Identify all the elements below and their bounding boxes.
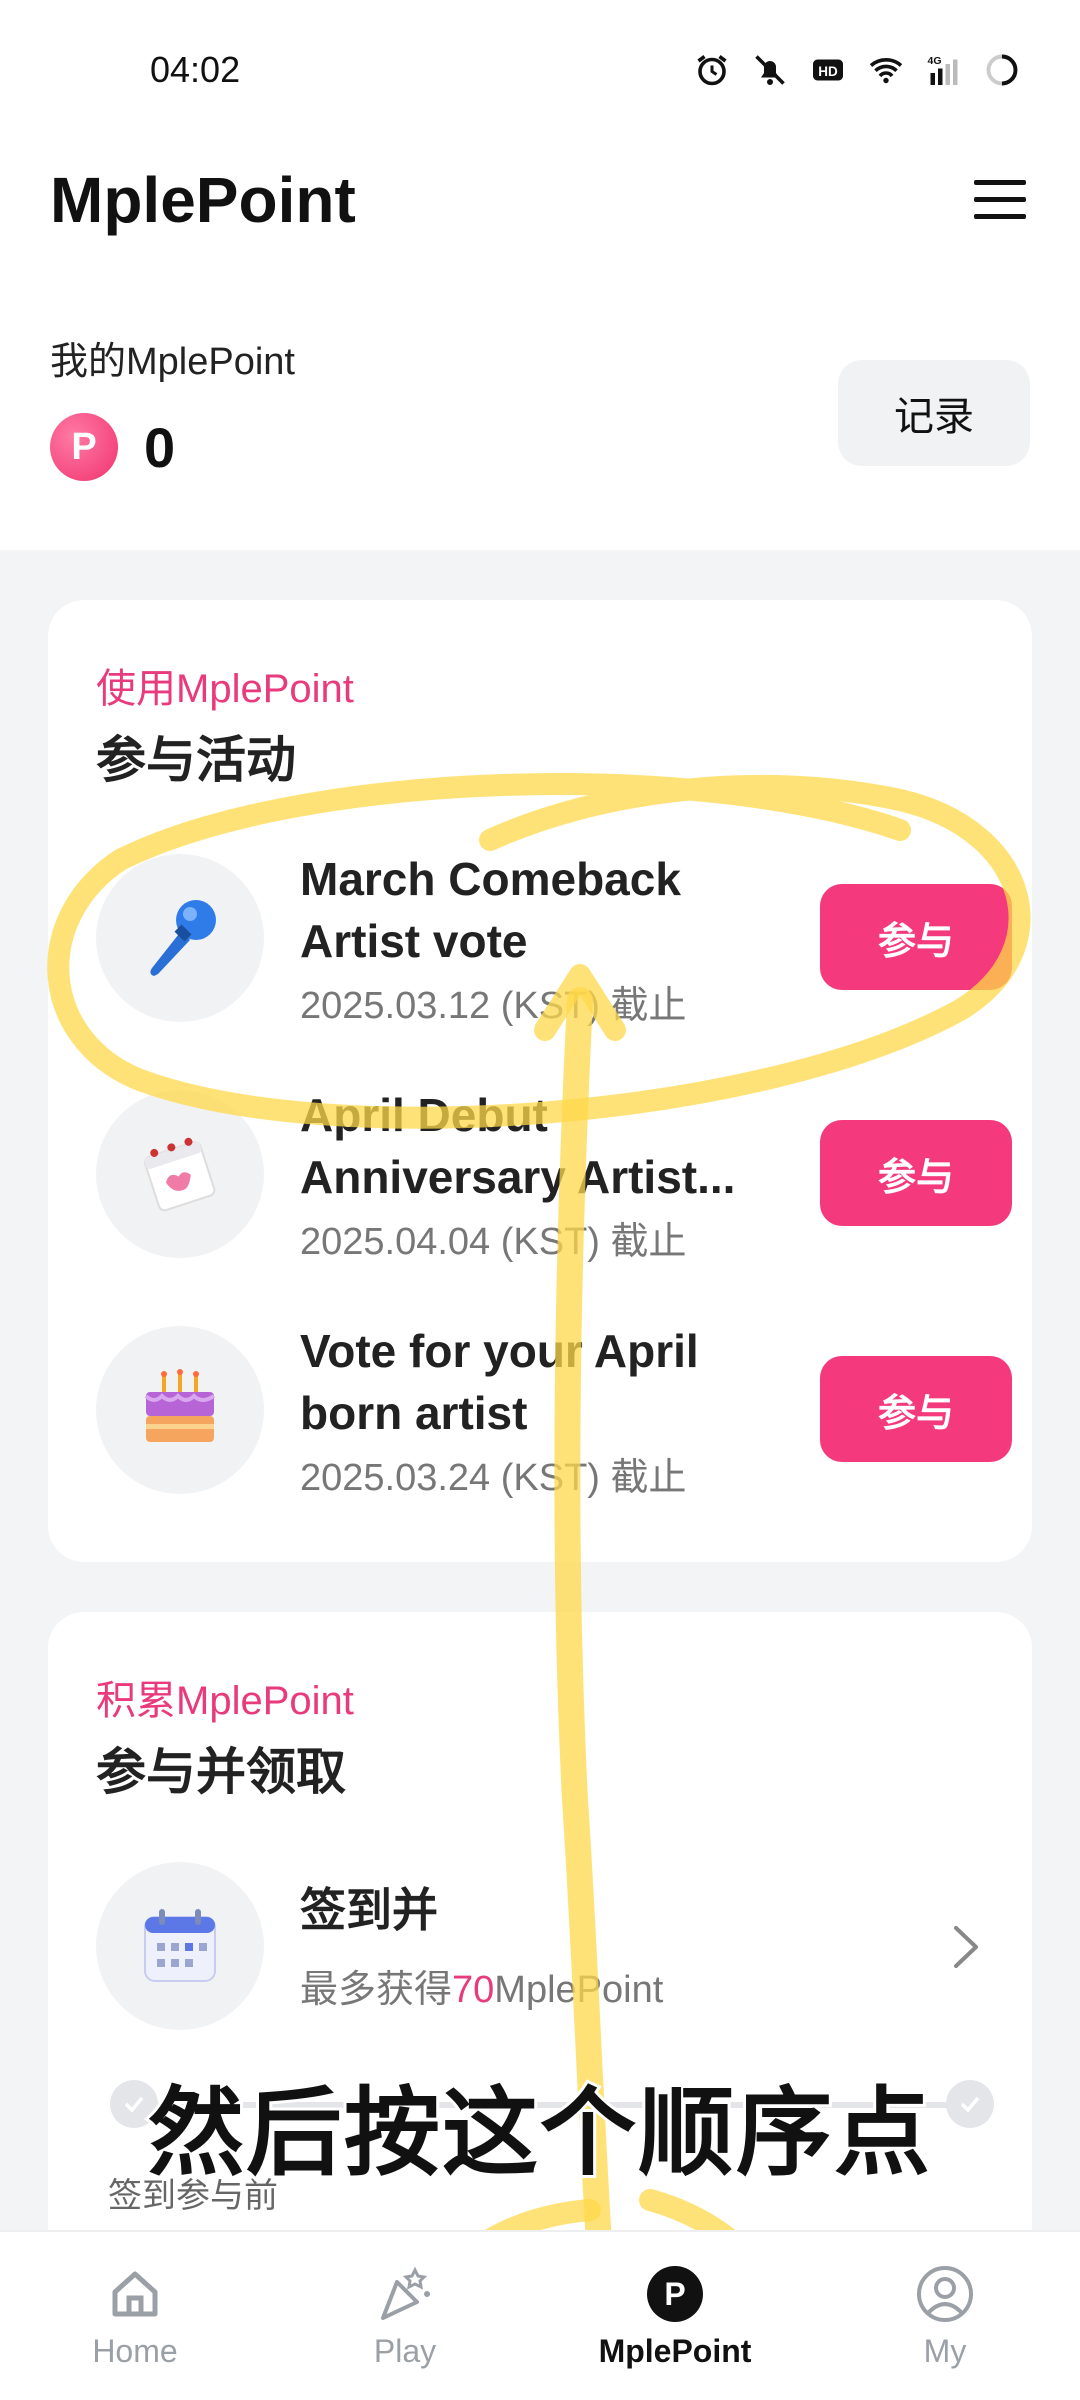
nav-label: MplePoint (598, 2332, 752, 2369)
earn-points-card: 积累MplePoint 参与并领取 签到并 最多获得70MplePoint 签到… (48, 1612, 1032, 2312)
svg-text:4G: 4G (928, 55, 942, 67)
points-p-icon: P (644, 2263, 706, 2325)
calendar-icon (96, 1862, 264, 2030)
nav-item-mplepoint[interactable]: P MplePoint (575, 2263, 775, 2370)
checkin-row[interactable]: 签到并 最多获得70MplePoint (96, 1862, 996, 2032)
event-deadline: 2025.04.04 (KST) 截止 (300, 1221, 687, 1263)
nav-item-home[interactable]: Home (35, 2263, 235, 2370)
event-row[interactable]: Vote for your April born artist 2025.03.… (96, 1325, 1012, 1499)
svg-text:HD: HD (818, 64, 838, 79)
event-text: March Comeback Artist vote 2025.03.12 (K… (300, 848, 770, 1029)
event-name: March Comeback Artist vote (300, 853, 681, 967)
event-name: Vote for your April born artist (300, 1325, 699, 1439)
overlay-caption: 然后按这个顺序点 (145, 2077, 933, 2190)
signal-4g-icon: 4G (928, 55, 958, 85)
event-name: April Debut Anniversary Artist... (300, 1089, 736, 1203)
record-button[interactable]: 记录 (838, 360, 1030, 466)
event-deadline: 2025.03.24 (KST) 截止 (300, 1457, 687, 1499)
nav-label: Play (373, 2332, 437, 2369)
points-p-icon: P (50, 413, 118, 481)
card-title: 参与活动 (96, 732, 296, 788)
card-kicker: 积累MplePoint (96, 1679, 354, 1723)
use-points-card: 使用MplePoint 参与活动 March Comeback Artist v… (48, 600, 1032, 1562)
checkin-sub-highlight: 70 (452, 1969, 495, 2011)
event-text: April Debut Anniversary Artist... 2025.0… (300, 1084, 770, 1265)
event-row[interactable]: March Comeback Artist vote 2025.03.12 (K… (96, 853, 1012, 1027)
chevron-right-icon[interactable] (946, 1922, 986, 1972)
hamburger-menu-icon[interactable] (970, 170, 1030, 230)
status-time: 04:02 (150, 49, 241, 90)
user-circle-icon (914, 2263, 976, 2325)
points-value: 0 (144, 415, 176, 479)
microphone-icon (96, 854, 264, 1022)
event-text: Vote for your April born artist 2025.03.… (300, 1320, 770, 1501)
join-button[interactable]: 参与 (820, 1356, 1012, 1462)
home-icon (104, 2263, 166, 2325)
nav-item-play[interactable]: Play (305, 2263, 505, 2370)
nav-label: My (923, 2332, 967, 2369)
event-deadline: 2025.03.12 (KST) 截止 (300, 985, 687, 1027)
nav-label: Home (92, 2332, 178, 2369)
calendar-page-icon (96, 1090, 264, 1258)
points-summary: 我的MplePoint P 0 记录 (0, 330, 1080, 550)
status-bar: 04:02 HD 4G (0, 0, 1080, 140)
event-row[interactable]: April Debut Anniversary Artist... 2025.0… (96, 1089, 1012, 1263)
checkin-sub-suffix: MplePoint (494, 1969, 664, 2011)
join-button[interactable]: 参与 (820, 884, 1012, 990)
birthday-cake-icon (96, 1326, 264, 1494)
bottom-nav: Home Play P MplePoint My (0, 2230, 1080, 2400)
svg-text:P: P (664, 2276, 685, 2312)
status-icons: HD 4G (694, 52, 1020, 88)
wifi-icon (869, 58, 903, 84)
battery-charging-icon (986, 54, 1018, 86)
bell-off-icon (755, 55, 785, 85)
alarm-icon (697, 55, 727, 86)
checkin-text: 签到并 最多获得70MplePoint (300, 1874, 663, 2013)
checkin-title: 签到并 (300, 1884, 438, 1936)
checkin-sub-prefix: 最多获得 (300, 1969, 453, 2011)
page-title: MplePoint (50, 164, 356, 236)
card-title: 参与并领取 (96, 1744, 346, 1800)
checkin-subtitle: 最多获得70MplePoint (300, 1958, 663, 2013)
card-kicker: 使用MplePoint (96, 667, 354, 711)
hd-icon: HD (813, 59, 843, 81)
app-bar: MplePoint (0, 140, 1080, 260)
nav-item-my[interactable]: My (845, 2263, 1045, 2370)
join-button[interactable]: 参与 (820, 1120, 1012, 1226)
party-popper-icon (374, 2263, 436, 2325)
